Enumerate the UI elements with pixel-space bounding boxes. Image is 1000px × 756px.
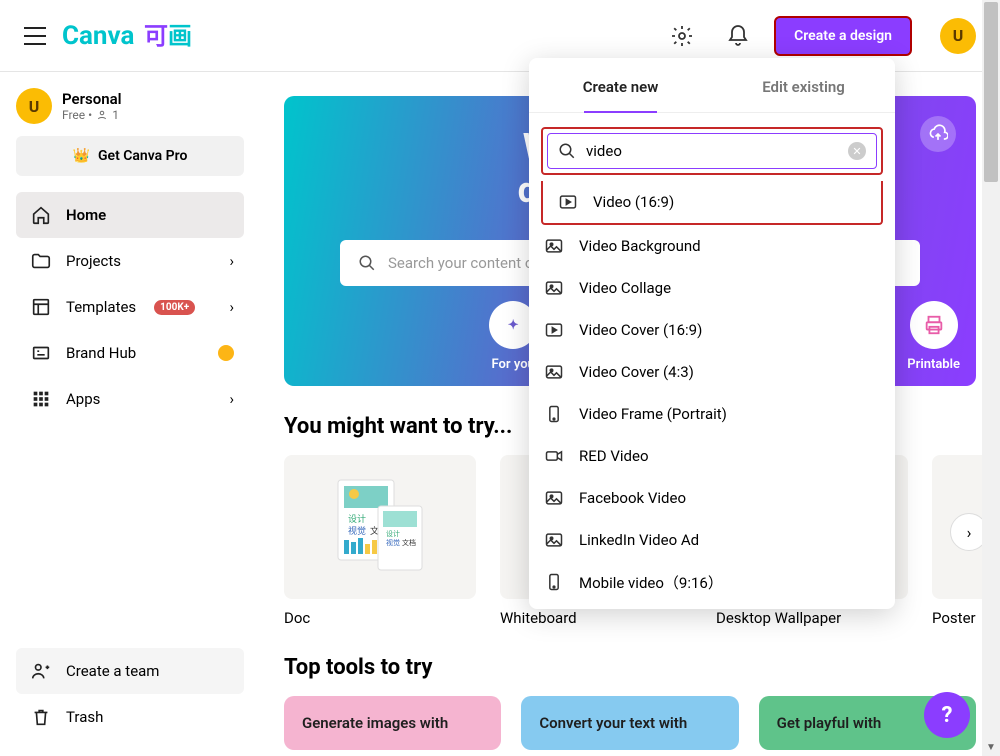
folder-icon <box>30 250 52 272</box>
svg-text:视觉: 视觉 <box>348 525 366 537</box>
chevron-right-icon: › <box>967 523 972 542</box>
home-icon <box>30 204 52 226</box>
gear-icon[interactable] <box>670 24 694 48</box>
suggestion-item[interactable]: Video Cover (4:3) <box>529 351 895 393</box>
tab-create-new[interactable]: Create new <box>529 58 712 112</box>
svg-text:视觉: 视觉 <box>386 538 400 547</box>
card-label: Desktop Wallpaper <box>716 609 908 627</box>
nav-trash[interactable]: Trash <box>16 694 244 740</box>
design-search-input[interactable] <box>586 142 838 160</box>
image-icon <box>543 529 565 551</box>
workspace-name: Personal <box>62 90 122 108</box>
search-icon <box>558 142 576 160</box>
svg-text:设计: 设计 <box>386 529 400 538</box>
nav-templates[interactable]: Templates 100K+ › <box>16 284 244 330</box>
tool-convert-text[interactable]: Convert your text with <box>521 696 738 750</box>
crown-icon: 👑 <box>73 148 90 164</box>
nav-projects[interactable]: Projects › <box>16 238 244 284</box>
card-label: Doc <box>284 609 476 627</box>
canva-logo[interactable]: Canva 可 画 <box>62 20 202 52</box>
svg-text:画: 画 <box>168 22 192 50</box>
help-button[interactable]: ? <box>924 692 970 738</box>
team-icon <box>30 660 52 682</box>
templates-badge: 100K+ <box>154 300 195 315</box>
get-pro-button[interactable]: 👑 Get Canva Pro <box>16 136 244 176</box>
search-icon <box>358 254 376 272</box>
suggestion-item[interactable]: LinkedIn Video Ad <box>529 519 895 561</box>
bell-icon[interactable] <box>726 24 750 48</box>
image-icon <box>543 277 565 299</box>
category-printable[interactable]: Printable <box>907 301 960 372</box>
create-design-dropdown: Create new Edit existing ✕ Video (16:9) … <box>529 58 895 609</box>
nav-home[interactable]: Home <box>16 192 244 238</box>
upload-icon[interactable] <box>920 116 956 152</box>
video-icon <box>543 319 565 341</box>
user-avatar[interactable]: U <box>940 18 976 54</box>
section-tools-title: Top tools to try <box>284 655 976 680</box>
tab-edit-existing[interactable]: Edit existing <box>712 58 895 112</box>
video-icon <box>557 191 579 213</box>
suggestion-item[interactable]: Video Collage <box>529 267 895 309</box>
chevron-right-icon: › <box>229 390 234 408</box>
suggestion-item[interactable]: Video Frame (Portrait) <box>529 393 895 435</box>
design-search[interactable]: ✕ <box>547 133 877 169</box>
apps-icon <box>30 388 52 410</box>
card-doc[interactable]: 设计 视觉 文档 设计 视觉文档 Doc <box>284 455 476 627</box>
create-design-button[interactable]: Create a design <box>774 16 912 56</box>
workspace-switcher[interactable]: U Personal Free • 1 <box>16 88 244 124</box>
chevron-right-icon: › <box>229 298 234 316</box>
trash-icon <box>30 706 52 728</box>
image-icon <box>543 235 565 257</box>
chevron-right-icon: › <box>229 252 234 270</box>
workspace-avatar: U <box>16 88 52 124</box>
nav-brand-hub[interactable]: Brand Hub <box>16 330 244 376</box>
templates-icon <box>30 296 52 318</box>
nav-apps[interactable]: Apps › <box>16 376 244 422</box>
tool-generate-images[interactable]: Generate images with <box>284 696 501 750</box>
phone-icon <box>543 571 565 593</box>
suggestion-item[interactable]: Mobile video（9:16） <box>529 561 895 603</box>
image-icon <box>543 361 565 383</box>
create-team-button[interactable]: Create a team <box>16 648 244 694</box>
suggestion-item[interactable]: Facebook Video <box>529 477 895 519</box>
brand-icon <box>30 342 52 364</box>
phone-icon <box>543 403 565 425</box>
card-label: Whiteboard <box>500 609 692 627</box>
print-icon <box>910 301 958 349</box>
scrollbar-thumb[interactable] <box>984 2 998 182</box>
svg-text:文档: 文档 <box>402 538 416 547</box>
svg-text:Canva: Canva <box>62 21 134 51</box>
scroll-down-icon[interactable]: ▼ <box>984 742 998 756</box>
image-icon <box>543 487 565 509</box>
pro-badge-icon <box>218 345 234 361</box>
clear-search-button[interactable]: ✕ <box>848 142 866 160</box>
svg-text:设计: 设计 <box>348 513 366 525</box>
suggestion-item[interactable]: RED Video <box>529 435 895 477</box>
suggestion-item[interactable]: Video (16:9) <box>543 181 881 223</box>
card-thumb: 设计 视觉 文档 设计 视觉文档 <box>284 455 476 599</box>
video-outline-icon <box>543 445 565 467</box>
menu-icon[interactable] <box>24 27 46 45</box>
suggestion-item[interactable]: Video Background <box>529 225 895 267</box>
tools-row: Generate images with Convert your text w… <box>284 696 976 750</box>
suggestion-item[interactable]: Video Cover (16:9) <box>529 309 895 351</box>
svg-text:可: 可 <box>144 22 168 50</box>
scrollbar[interactable]: ▲ ▼ <box>982 0 1000 756</box>
workspace-plan: Free • 1 <box>62 108 122 122</box>
sidebar: U Personal Free • 1 👑 Get Canva Pro Home… <box>0 72 260 756</box>
